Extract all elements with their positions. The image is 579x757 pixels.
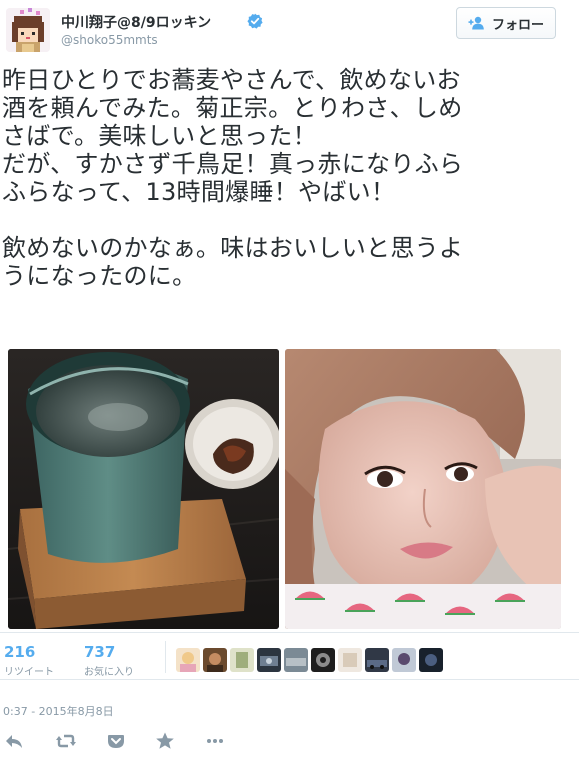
favoriter-avatar[interactable] <box>338 648 362 672</box>
retweet-icon[interactable] <box>56 731 76 751</box>
tweet-line: うになったのに。 <box>2 262 197 290</box>
retweet-label: リツイート <box>4 667 54 678</box>
retweet-stat[interactable]: 216 リツイート <box>4 644 54 678</box>
tweet-line: ふらなって、13時間爆睡！やばい！ <box>2 178 396 206</box>
favoriter-avatar[interactable] <box>230 648 254 672</box>
favorite-count: 737 <box>84 643 116 661</box>
tweet-blank-line <box>2 206 562 234</box>
tweet-line: だが、すかさず千鳥足！真っ赤になりふら <box>2 150 464 178</box>
reply-icon[interactable] <box>4 731 24 751</box>
favorite-star-icon[interactable] <box>155 731 175 751</box>
user-handle[interactable]: @shoko55mmts <box>61 33 158 47</box>
selfie-photo[interactable] <box>285 349 561 629</box>
add-user-icon <box>468 16 484 30</box>
sake-cup-image <box>8 349 279 629</box>
pocket-icon[interactable] <box>106 731 126 751</box>
sake-cup-photo[interactable] <box>8 349 279 629</box>
follow-button[interactable]: フォロー <box>456 7 556 39</box>
tweet-line: 酒を頼んでみた。菊正宗。とりわさ、しめ <box>2 94 463 122</box>
favoriter-avatar[interactable] <box>311 648 335 672</box>
avatar[interactable] <box>6 8 50 52</box>
tweet-timestamp[interactable]: 0:37 - 2015年8月8日 <box>3 703 114 719</box>
pixel-art-avatar-icon <box>6 8 50 52</box>
tweet-actions <box>0 728 579 754</box>
favoriter-avatar[interactable] <box>419 648 443 672</box>
more-icon[interactable] <box>205 731 225 751</box>
favoriter-avatars <box>176 648 443 672</box>
retweet-count: 216 <box>4 643 36 661</box>
tweet-text: 昨日ひとりでお蕎麦やさんで、飲めないお 酒を頼んでみた。菊正宗。とりわさ、しめ … <box>2 66 562 290</box>
favoriter-avatar[interactable] <box>203 648 227 672</box>
favoriter-avatar[interactable] <box>365 648 389 672</box>
verified-badge-icon <box>247 13 263 29</box>
favorite-label: お気に入り <box>84 667 134 678</box>
tweet-card: 中川翔子@8/9ロッキン @shoko55mmts フォロー 昨日ひとりでお蕎麦… <box>0 0 579 757</box>
tweet-line: 飲めないのかなぁ。味はおいしいと思うよ <box>2 234 464 262</box>
follow-button-label: フォロー <box>491 17 544 33</box>
favorite-stat[interactable]: 737 お気に入り <box>84 644 134 678</box>
display-name[interactable]: 中川翔子@8/9ロッキン <box>61 12 211 32</box>
tweet-header: 中川翔子@8/9ロッキン @shoko55mmts フォロー <box>0 0 579 66</box>
favoriter-avatar[interactable] <box>176 648 200 672</box>
favoriter-avatar[interactable] <box>257 648 281 672</box>
stats-divider <box>165 641 166 673</box>
tweet-line: さばで。美味しいと思った！ <box>2 122 317 150</box>
favoriter-avatar[interactable] <box>392 648 416 672</box>
selfie-image <box>285 349 561 629</box>
favoriter-avatar[interactable] <box>284 648 308 672</box>
tweet-stats: 216 リツイート 737 お気に入り <box>0 632 579 680</box>
tweet-line: 昨日ひとりでお蕎麦やさんで、飲めないお <box>2 66 461 94</box>
